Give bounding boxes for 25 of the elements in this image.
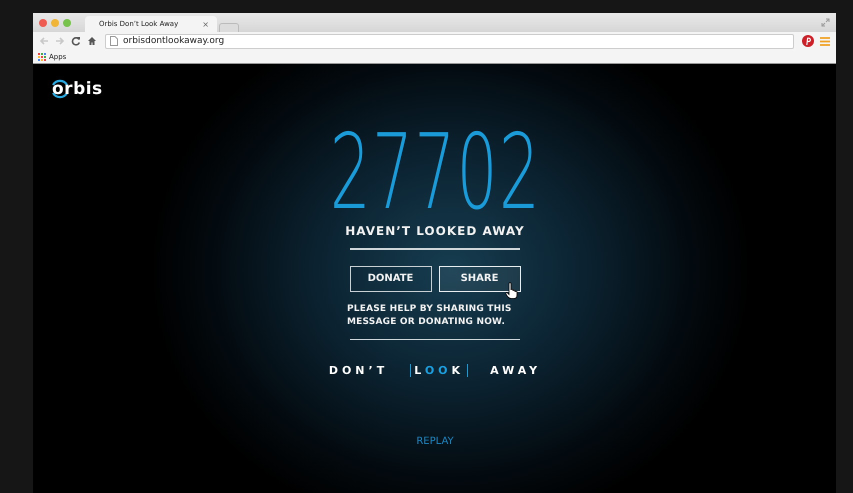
logo[interactable]: orbis (52, 79, 103, 99)
minimize-window-icon[interactable] (51, 19, 59, 27)
donate-button[interactable]: DONATE (350, 266, 432, 292)
tagline-text: DON’T (328, 364, 388, 377)
fullscreen-icon[interactable] (821, 18, 830, 27)
tagline-text: AWAY (490, 364, 542, 377)
headline: HAVEN’T LOOKED AWAY (345, 224, 525, 238)
back-icon[interactable] (39, 36, 49, 46)
message-text: PLEASE HELP BY SHARING THIS MESSAGE OR DONATING NOW. (347, 302, 513, 328)
hand-cursor-icon (504, 282, 518, 298)
look-word: L OO K (410, 364, 468, 377)
close-tab-button[interactable]: × (202, 20, 209, 28)
forward-icon[interactable] (55, 36, 65, 46)
reload-icon[interactable] (71, 36, 81, 46)
replay-link[interactable]: REPLAY (416, 436, 454, 447)
address-bar[interactable]: orbisdontlookaway.org (105, 34, 794, 48)
new-tab-button[interactable] (219, 23, 239, 32)
share-button[interactable]: SHARE (438, 266, 520, 292)
home-icon[interactable] (87, 36, 97, 46)
maximize-window-icon[interactable] (63, 19, 71, 27)
close-window-icon[interactable] (39, 19, 47, 27)
counter: 27702 (329, 128, 541, 216)
menu-icon[interactable] (820, 36, 830, 46)
grid-icon (38, 52, 46, 60)
page-icon (110, 36, 118, 46)
